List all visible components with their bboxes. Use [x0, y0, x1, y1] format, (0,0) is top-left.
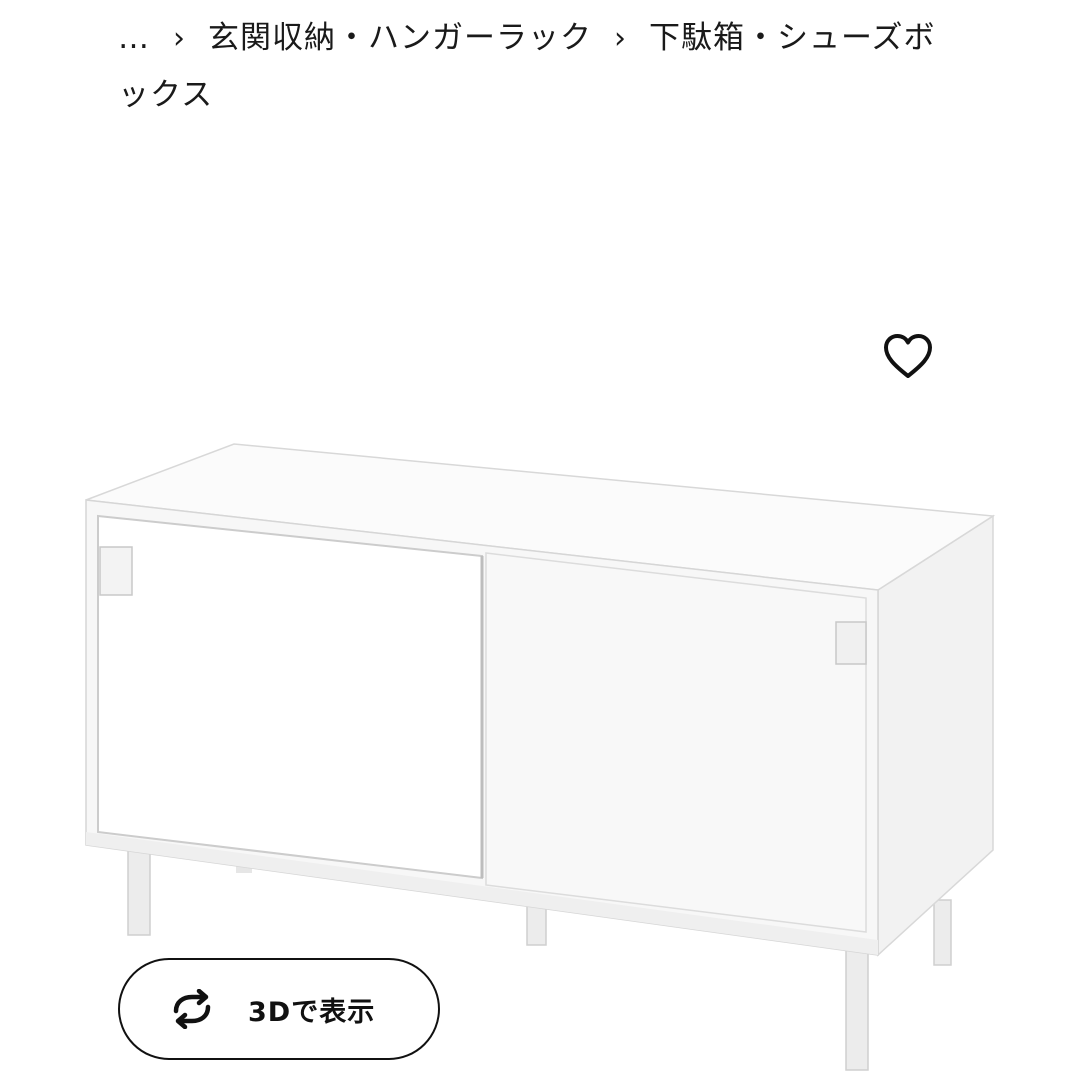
- view-3d-label: 3Dで表示: [248, 996, 376, 1028]
- product-page: … › 玄関収納・ハンガーラック › 下駄箱・シューズボックス 3Dで表示: [0, 0, 1080, 1080]
- chevron-right-icon: ›: [614, 21, 627, 56]
- heart-outline-icon: [884, 334, 932, 378]
- view-3d-button[interactable]: 3Dで表示: [118, 958, 440, 1060]
- breadcrumb: … › 玄関収納・ハンガーラック › 下駄箱・シューズボックス: [118, 10, 958, 123]
- rotate-arrows-icon: [166, 989, 218, 1029]
- breadcrumb-item-entrance-storage[interactable]: 玄関収納・ハンガーラック: [208, 20, 592, 56]
- favorite-button[interactable]: [882, 332, 934, 384]
- chevron-right-icon: ›: [173, 21, 186, 56]
- breadcrumb-item-ellipsis[interactable]: …: [118, 20, 151, 56]
